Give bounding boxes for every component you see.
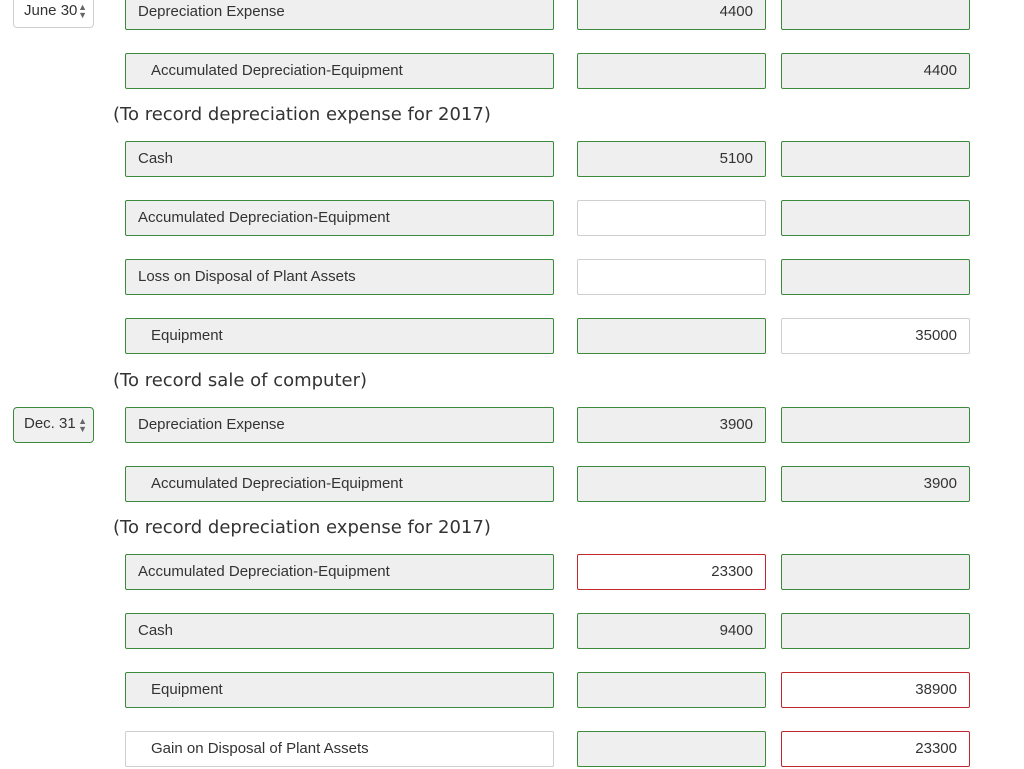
- debit-field[interactable]: [577, 731, 766, 767]
- debit-field[interactable]: [577, 672, 766, 708]
- debit-field[interactable]: [577, 259, 766, 295]
- debit-field[interactable]: [577, 53, 766, 89]
- up-down-arrows-icon: ▲ ▼: [78, 2, 87, 20]
- debit-field[interactable]: 23300: [577, 554, 766, 590]
- date-select[interactable]: Dec. 31 ▲ ▼: [13, 407, 94, 443]
- journal-row: Accumulated Depreciation-Equipment 23300: [0, 554, 1024, 592]
- account-field[interactable]: Depreciation Expense: [125, 0, 554, 30]
- account-field[interactable]: Accumulated Depreciation-Equipment: [125, 53, 554, 89]
- journal-row: Cash 9400: [0, 613, 1024, 651]
- journal-row: Loss on Disposal of Plant Assets: [0, 259, 1024, 297]
- credit-field[interactable]: 23300: [781, 731, 970, 767]
- credit-field[interactable]: [781, 554, 970, 590]
- journal-row: Accumulated Depreciation-Equipment 3900: [0, 466, 1024, 504]
- journal-row: June 30 ▲ ▼ Depreciation Expense 4400: [0, 0, 1024, 32]
- entry-note: (To record depreciation expense for 2017…: [113, 517, 491, 538]
- credit-field[interactable]: 35000: [781, 318, 970, 354]
- journal-row: Equipment 38900: [0, 672, 1024, 710]
- account-field[interactable]: Accumulated Depreciation-Equipment: [125, 466, 554, 502]
- journal-row: Accumulated Depreciation-Equipment: [0, 200, 1024, 238]
- account-field[interactable]: Equipment: [125, 318, 554, 354]
- journal-row: Accumulated Depreciation-Equipment 4400: [0, 53, 1024, 91]
- account-field[interactable]: Cash: [125, 613, 554, 649]
- debit-field[interactable]: 3900: [577, 407, 766, 443]
- debit-field[interactable]: 5100: [577, 141, 766, 177]
- date-value: June 30: [24, 2, 78, 19]
- credit-field[interactable]: [781, 259, 970, 295]
- account-field[interactable]: Accumulated Depreciation-Equipment: [125, 200, 554, 236]
- account-field[interactable]: Cash: [125, 141, 554, 177]
- account-field[interactable]: Accumulated Depreciation-Equipment: [125, 554, 554, 590]
- entry-note: (To record depreciation expense for 2017…: [113, 104, 491, 125]
- journal-row: Dec. 31 ▲ ▼ Depreciation Expense 3900: [0, 407, 1024, 445]
- debit-field[interactable]: [577, 200, 766, 236]
- credit-field[interactable]: [781, 407, 970, 443]
- credit-field[interactable]: 38900: [781, 672, 970, 708]
- credit-field[interactable]: [781, 613, 970, 649]
- account-field[interactable]: Equipment: [125, 672, 554, 708]
- credit-field[interactable]: 4400: [781, 53, 970, 89]
- credit-field[interactable]: [781, 141, 970, 177]
- journal-row: Cash 5100: [0, 141, 1024, 179]
- account-field[interactable]: Depreciation Expense: [125, 407, 554, 443]
- debit-field[interactable]: [577, 318, 766, 354]
- up-down-arrows-icon: ▲ ▼: [78, 416, 87, 434]
- credit-field[interactable]: [781, 0, 970, 30]
- account-field[interactable]: Loss on Disposal of Plant Assets: [125, 259, 554, 295]
- entry-note: (To record sale of computer): [113, 370, 368, 391]
- date-value: Dec. 31: [24, 415, 76, 432]
- account-field[interactable]: Gain on Disposal of Plant Assets: [125, 731, 554, 767]
- date-select[interactable]: June 30 ▲ ▼: [13, 0, 94, 28]
- debit-field[interactable]: 4400: [577, 0, 766, 30]
- journal-row: Gain on Disposal of Plant Assets 23300: [0, 731, 1024, 769]
- credit-field[interactable]: 3900: [781, 466, 970, 502]
- credit-field[interactable]: [781, 200, 970, 236]
- journal-row: Equipment 35000: [0, 318, 1024, 356]
- debit-field[interactable]: 9400: [577, 613, 766, 649]
- debit-field[interactable]: [577, 466, 766, 502]
